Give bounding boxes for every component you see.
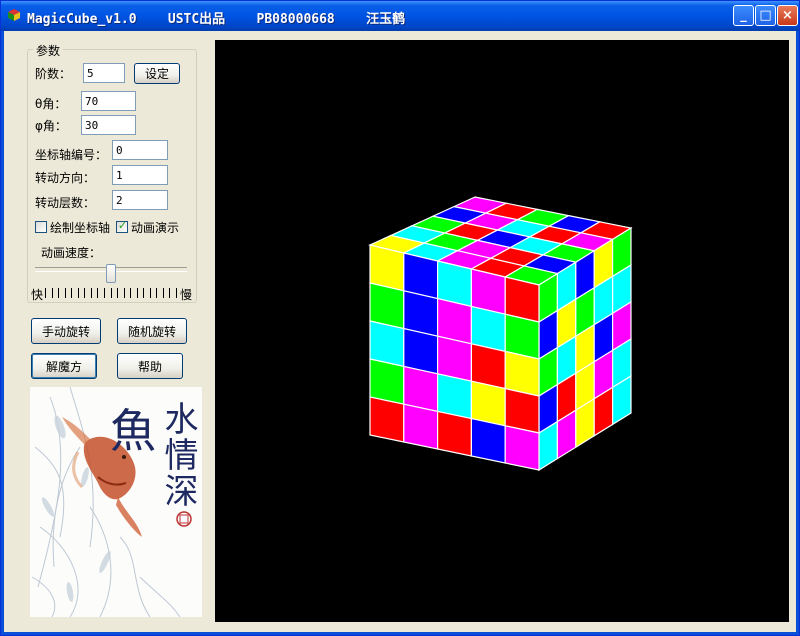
render-canvas[interactable] [215,40,789,622]
direction-label: 转动方向： [35,171,96,185]
main-window: MagicCube_v1.0 USTC出品 PB08000668 汪玉鹤 _ □… [0,0,800,636]
cube-facelet [369,396,405,443]
slider-tick [97,288,99,298]
speed-label: 动画速度： [41,246,102,260]
slider-tick [123,288,125,298]
axis-label: 坐标轴编号： [35,148,108,162]
solve-button[interactable]: 解魔方 [31,353,97,379]
magic-cube [368,196,633,472]
cube-facelet [470,417,506,464]
cube-facelet [437,410,472,457]
cube-facelet [369,358,405,405]
order-input[interactable] [83,63,125,83]
slider-tick [162,288,164,298]
minimize-button[interactable]: _ [733,5,754,26]
slider-tick [77,288,79,298]
phi-label: φ角： [35,119,67,133]
layer-label: 转动层数： [35,196,96,210]
window-frame-left [1,31,4,635]
slider-tick [169,288,171,298]
set-button[interactable]: 设定 [134,63,180,84]
cube-facelet [403,403,439,450]
random-rotate-button[interactable]: 随机旋转 [117,318,187,344]
window-title: MagicCube_v1.0 USTC出品 PB08000668 汪玉鹤 [27,12,406,27]
slider-tick [103,288,105,298]
window-frame-right [796,31,799,635]
theta-input[interactable] [81,91,136,111]
app-cube-icon [8,9,20,21]
draw-axis-checkbox[interactable] [35,221,47,233]
layer-input[interactable] [112,190,168,210]
slider-tick [64,288,66,298]
slider-tick [51,288,53,298]
close-icon: × [782,8,793,23]
fish-painting-artwork: 魚 水情深 [31,387,198,617]
manual-rotate-button[interactable]: 手动旋转 [31,318,101,344]
theta-label: θ角： [35,97,67,111]
maximize-icon: □ [759,8,772,23]
maximize-button[interactable]: □ [755,5,776,26]
draw-axis-label: 绘制坐标轴 [50,221,111,235]
help-button[interactable]: 帮助 [117,353,183,379]
slider-tick [90,288,92,298]
slider-tick [149,288,151,298]
seal-stamp [176,511,192,527]
slider-tick [136,288,138,298]
close-button[interactable]: × [777,5,798,26]
axis-input[interactable] [112,140,168,160]
checkmark-icon: ✓ [117,219,128,232]
cube-front-face [369,244,540,471]
calligraphy-text: 水情深 [158,401,198,509]
speed-fast-label: 快 [31,288,44,302]
slider-tick [45,288,46,298]
animate-label: 动画演示 [131,221,180,235]
speed-slider-ticks [45,288,177,298]
slider-tick [176,288,177,298]
cube-facelet [504,425,540,471]
fish-character: 魚 [110,404,156,458]
direction-input[interactable] [112,165,168,185]
slider-tick [143,288,145,298]
animate-checkbox[interactable]: ✓ [116,219,128,233]
minimize-icon: _ [740,8,747,23]
slider-tick [156,288,158,298]
fish-painting: 魚 水情深 [30,387,202,617]
slider-tick [84,288,86,298]
speed-slow-label: 慢 [180,288,193,302]
title-bar[interactable]: MagicCube_v1.0 USTC出品 PB08000668 汪玉鹤 _ □… [1,1,799,31]
slider-tick [58,288,60,298]
order-label: 阶数： [35,67,72,81]
speed-slider-thumb[interactable] [106,264,116,283]
slider-tick [130,288,132,298]
params-group-title: 参数 [33,42,64,59]
slider-tick [110,288,112,298]
cube-facelet [403,365,439,413]
slider-tick [71,288,73,298]
slider-tick [117,288,119,298]
phi-input[interactable] [81,115,136,135]
window-frame-bottom [1,632,799,635]
